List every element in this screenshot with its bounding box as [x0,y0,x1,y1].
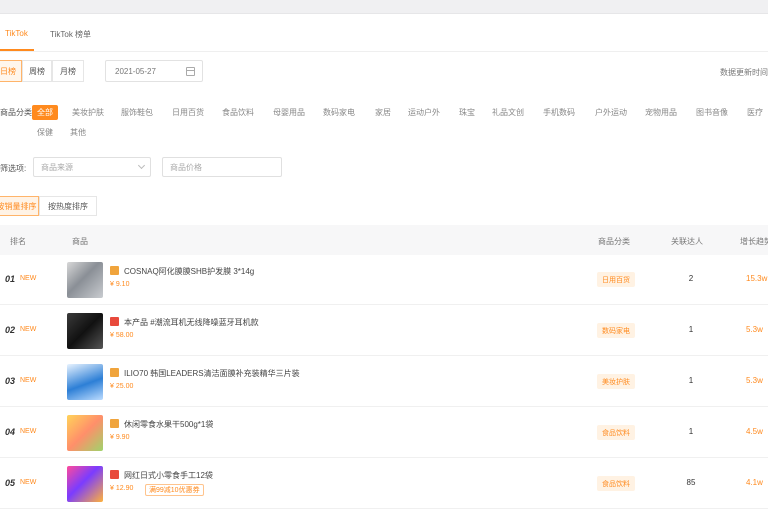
product-price: ¥ 9.10 [110,281,130,288]
product-price: ¥ 58.00 [110,332,134,339]
date-value: 2021-05-27 [115,66,156,76]
candy-product-image[interactable] [67,466,103,502]
table-row[interactable]: 02 NEW 本产品 #潮流耳机无线降噪蓝牙耳机款 ¥ 58.00 数码家电 1… [0,305,768,356]
new-tag: NEW [20,479,37,486]
product-price: ¥ 12.90 [110,485,134,492]
product-name[interactable]: 本产品 #潮流耳机无线降噪蓝牙耳机款 [124,317,259,328]
device-product-image[interactable] [67,313,103,349]
category-badge: 食品饮料 [597,476,635,491]
tab-bar: TikTok TikTok 榜单 [0,14,768,52]
category-item[interactable]: 珠宝 [459,107,475,118]
daily-button[interactable]: 日榜 [0,60,22,82]
category-item[interactable]: 户外运动 [595,107,627,118]
video-icon [110,317,119,326]
table-row[interactable]: 05 NEW 网红日式小零食手工12袋 ¥ 12.90 满99减10优惠券 食品… [0,458,768,509]
filter-label: 筛选项: [0,164,27,173]
header-count[interactable]: 关联达人 [671,236,703,247]
category-label: 商品分类: [0,108,35,117]
product-name[interactable]: 网红日式小零食手工12袋 [124,470,213,481]
category-item[interactable]: 其他 [70,127,86,138]
price-select[interactable]: 商品价格 [162,157,282,177]
category-item[interactable]: 宠物用品 [645,107,677,118]
tab-tiktok-ranking[interactable]: TikTok 榜单 [50,29,91,40]
category-item[interactable]: 手机数码 [543,107,575,118]
trend-value: 5.3w [746,325,763,334]
category-badge: 日用百货 [597,272,635,287]
influencer-count: 2 [688,274,694,283]
category-badge: 食品饮料 [597,425,635,440]
table-header: 排名 商品 商品分类 关联达人 增长趋势 [0,225,768,255]
influencer-count: 85 [686,478,696,487]
shop-icon [110,368,119,377]
rank-number: 05 [5,478,16,488]
category-item[interactable]: 食品饮料 [222,107,254,118]
table-row[interactable]: 04 NEW 休闲零食水果干500g*1袋 ¥ 9.90 食品饮料 1 4.5w [0,407,768,458]
category-item[interactable]: 服饰鞋包 [121,107,153,118]
source-select-placeholder: 商品来源 [41,162,73,172]
rank-number: 02 [5,325,16,335]
product-name[interactable]: 休闲零食水果干500g*1袋 [124,419,213,430]
category-all[interactable]: 全部 [32,105,58,120]
price-select-placeholder: 商品价格 [170,162,202,172]
update-time-link[interactable]: 数据更新时间 [720,67,768,78]
category-item[interactable]: 图书音像 [696,107,728,118]
product-name[interactable]: COSNAQ阿化膜膜SHB护发膜 3*14g [124,266,254,277]
table-row[interactable]: 03 NEW ILIO70 韩国LEADERS清洁面膜补充装精华三片装 ¥ 25… [0,356,768,407]
chevron-down-icon [137,161,146,170]
new-tag: NEW [20,428,37,435]
trend-value: 4.5w [746,427,763,436]
category-badge: 数码家电 [597,323,635,338]
category-item[interactable]: 数码家电 [323,107,355,118]
category-badge: 美妆护肤 [597,374,635,389]
product-name[interactable]: ILIO70 韩国LEADERS清洁面膜补充装精华三片装 [124,368,300,379]
shop-icon [110,266,119,275]
category-item[interactable]: 母婴用品 [273,107,305,118]
rank-number: 01 [5,274,16,284]
rank-number: 03 [5,376,16,386]
header-rank: 排名 [10,237,26,246]
new-tag: NEW [20,377,37,384]
sort-by-heat-toggle[interactable]: 按热度排序 [39,196,97,216]
source-select[interactable]: 商品来源 [33,157,151,177]
category-item[interactable]: 运动户外 [408,107,440,118]
shop-icon [110,419,119,428]
sort-by-sales-toggle[interactable]: 按销量排序 [0,196,39,216]
snack-product-image[interactable] [67,415,103,451]
header-trend[interactable]: 增长趋势 [740,236,768,247]
table-row[interactable]: 01 NEW COSNAQ阿化膜膜SHB护发膜 3*14g ¥ 9.10 日用百… [0,254,768,305]
box-product-image[interactable] [67,262,103,298]
category-item[interactable]: 家居 [375,107,391,118]
new-tag: NEW [20,326,37,333]
trend-value: 4.1w [746,478,763,487]
product-price: ¥ 9.90 [110,434,130,441]
category-item[interactable]: 礼品文创 [492,107,524,118]
active-tab-indicator [0,49,34,51]
video-icon [110,470,119,479]
category-item[interactable]: 医疗 [747,107,763,118]
new-tag: NEW [20,275,37,282]
calendar-icon [186,67,195,76]
influencer-count: 1 [688,325,694,334]
category-item[interactable]: 美妆护肤 [72,107,104,118]
trend-value: 15.3w [746,274,768,283]
tab-tiktok[interactable]: TikTok [5,29,28,38]
monthly-button[interactable]: 月榜 [52,60,84,82]
trend-value: 5.3w [746,376,763,385]
bottle-product-image[interactable] [67,364,103,400]
date-picker[interactable]: 2021-05-27 [105,60,203,82]
header-product: 商品 [72,237,88,246]
category-item[interactable]: 日用百货 [172,107,204,118]
browser-top-bar [0,0,768,14]
date-controls: 日榜 周榜 月榜 2021-05-27 数据更新时间 [0,60,768,82]
product-price: ¥ 25.00 [110,383,134,390]
coupon-badge: 满99减10优惠券 [145,484,204,496]
header-category: 商品分类 [598,237,630,246]
influencer-count: 1 [688,427,694,436]
influencer-count: 1 [688,376,694,385]
rank-number: 04 [5,427,16,437]
category-item[interactable]: 保健 [37,127,53,138]
weekly-button[interactable]: 周榜 [22,60,52,82]
